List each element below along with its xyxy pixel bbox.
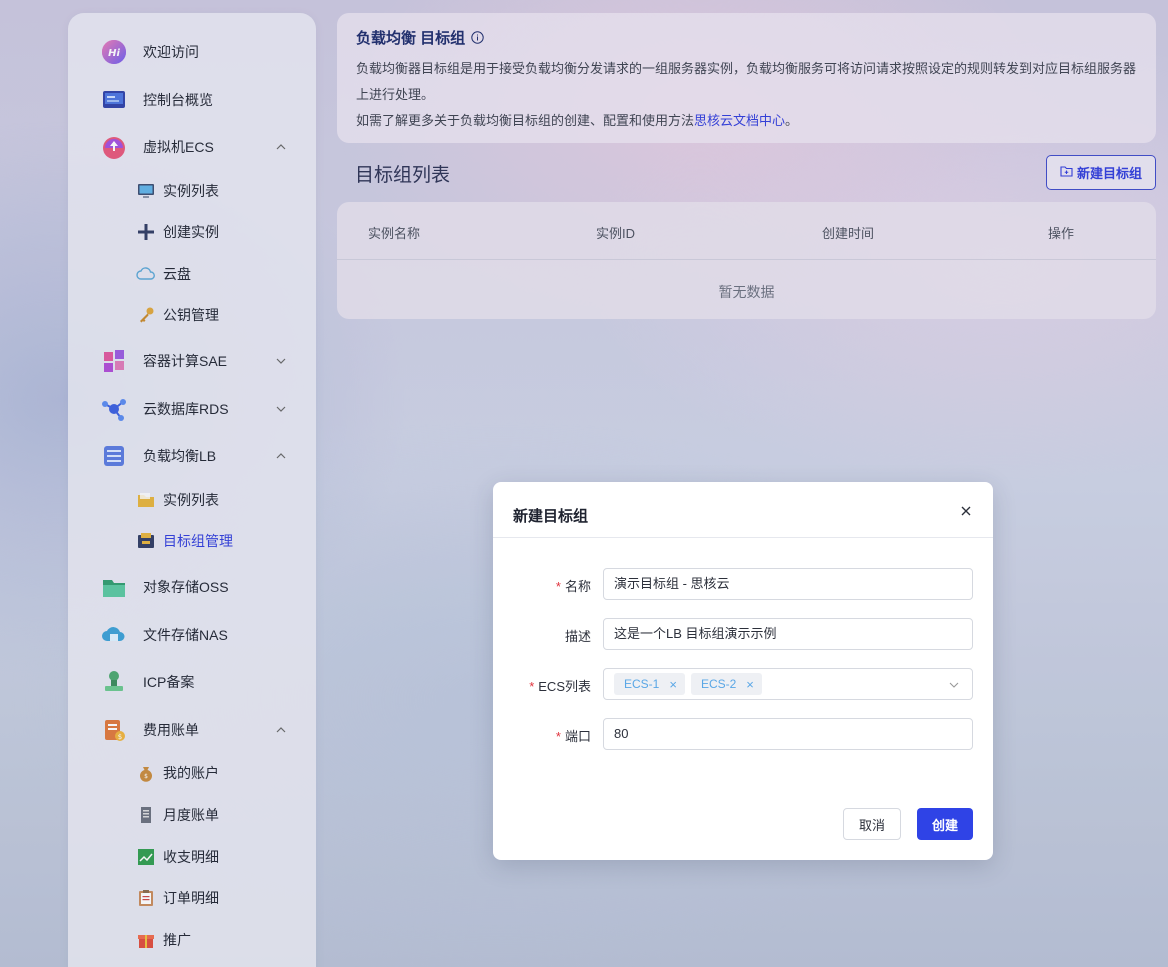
remove-tag-icon[interactable]: × — [669, 677, 677, 692]
ecs-tag: ECS-2 × — [690, 673, 762, 695]
name-input[interactable]: 演示目标组 - 思核云 — [603, 568, 973, 600]
required-mark: * — [555, 579, 561, 594]
chevron-down-icon[interactable] — [948, 679, 960, 691]
port-label-text: 端口 — [564, 729, 591, 744]
ecs-tag-label: ECS-2 — [700, 677, 737, 691]
ecs-tag: ECS-1 × — [614, 673, 685, 695]
ecs-row: * ECS列表 ECS-1 × ECS-2 × — [493, 668, 993, 700]
close-icon[interactable] — [959, 504, 973, 518]
description-label: 描述 — [564, 629, 591, 644]
new-target-group-dialog: 新建目标组 * 名称 演示目标组 - 思核云 描述 这是一个LB 目标组演示示例 … — [493, 482, 993, 860]
required-mark: * — [529, 679, 535, 694]
port-row: * 端口 80 — [493, 718, 993, 750]
port-label: * 端口 — [556, 726, 591, 745]
ecs-tag-label: ECS-1 — [624, 677, 660, 691]
ecs-select[interactable]: ECS-1 × ECS-2 × — [603, 668, 973, 700]
dialog-title: 新建目标组 — [513, 508, 589, 525]
name-row: * 名称 演示目标组 - 思核云 — [493, 568, 993, 600]
dialog-header: 新建目标组 — [493, 482, 993, 538]
name-label-text: 名称 — [564, 579, 591, 594]
create-button[interactable]: 创建 — [917, 808, 973, 840]
remove-tag-icon[interactable]: × — [746, 677, 754, 692]
cancel-button[interactable]: 取消 — [843, 808, 901, 840]
ecs-label-text: ECS列表 — [538, 679, 591, 694]
name-label: * 名称 — [556, 576, 591, 595]
port-input[interactable]: 80 — [603, 718, 973, 750]
description-input[interactable]: 这是一个LB 目标组演示示例 — [603, 618, 973, 650]
ecs-label: * ECS列表 — [529, 676, 591, 695]
description-row: 描述 这是一个LB 目标组演示示例 — [493, 618, 993, 650]
required-mark: * — [555, 729, 561, 744]
